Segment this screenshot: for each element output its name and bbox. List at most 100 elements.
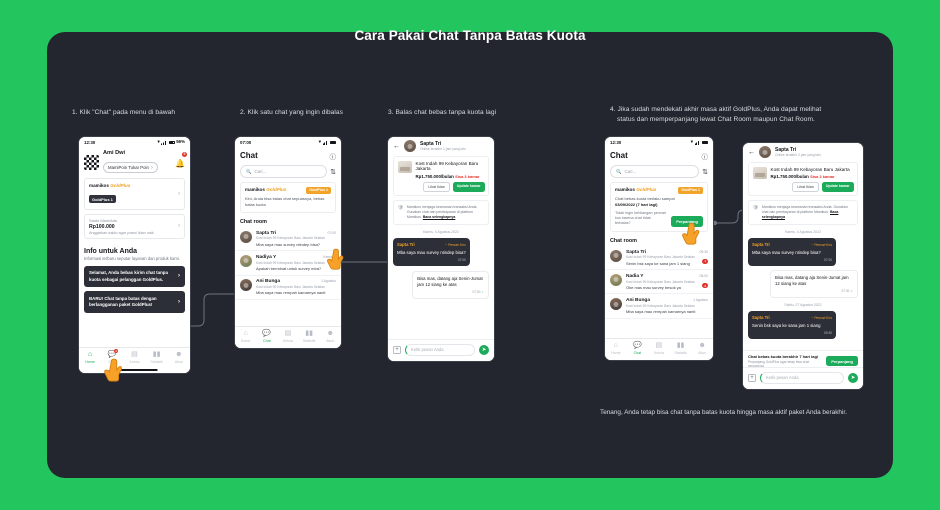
goldplus-chip: GoldPlus 1 — [89, 195, 116, 203]
brand-mamikos: mamikos — [245, 187, 265, 193]
list-item[interactable]: Nadiya Y Kemarin Kost Indah 99 Kebayoran… — [235, 251, 341, 276]
kost-name: Kost Indah 99 Kebayoran Baru Jakarta Sel… — [256, 260, 325, 265]
tab-akun[interactable]: ☻ Akun — [692, 342, 713, 355]
step-label-1: 1. Klik "Chat" pada menu di bawah — [72, 109, 176, 116]
list-item[interactable]: Ani Bunga 1 Agustus Kost Indah 99 Kebayo… — [605, 294, 713, 319]
tab-statistik[interactable]: ▮▮ Statistik — [299, 330, 319, 343]
tab-chat[interactable]: 💬 Chat — [627, 342, 648, 355]
filter-icon[interactable]: ⇅ — [702, 168, 708, 176]
goldplus-row[interactable]: mamikos GoldPlus GoldPlus 1 › — [84, 178, 185, 210]
tab-akun[interactable]: ☻ Akun — [320, 330, 340, 343]
home-icon: ⌂ — [613, 342, 618, 349]
arrow-left-icon[interactable]: ← — [748, 149, 755, 156]
brand-mamikos: mamikos — [615, 187, 635, 193]
mamipoin-label: MamiPoin Tukar Poin — [108, 165, 149, 170]
tab-home[interactable]: ⌂ Home — [606, 342, 627, 355]
promo-card-1[interactable]: Selamat, Anda bebas kirim chat tanpa kuo… — [84, 265, 185, 288]
kost-title: Kost Indah 99 Kebayoran Baru Jakarta — [415, 160, 479, 172]
tab-kelola[interactable]: ▤ Kelola — [124, 351, 145, 364]
update-kamar-button[interactable]: Update kamar — [821, 181, 854, 192]
kost-name: Kost Indah 99 Kebayoran Baru Jakarta Sel… — [626, 255, 695, 260]
avatar — [240, 254, 252, 267]
info-circle-icon[interactable]: ⓘ — [330, 151, 337, 161]
chat-room-header: ← Sapta Tri Online terakhir 2 jam yang l… — [743, 143, 863, 162]
timestamp: 09:30 — [699, 249, 709, 254]
list-item[interactable]: Nadia Y 08:00 Kost Indah 99 Kebayoran Ba… — [605, 270, 713, 295]
kelola-icon: ▤ — [131, 351, 138, 358]
time-value: 07:30 — [472, 290, 481, 295]
message-input[interactable]: Ketik pesan Anda — [760, 371, 844, 384]
sender-tag: ~ Pencari Kos — [811, 315, 832, 320]
screen-title: Chat — [240, 151, 258, 160]
saldo-row[interactable]: Saldo MamiAds Rp100.000 Anggarkan saldo … — [84, 213, 185, 239]
bell-icon: 🔔 — [175, 159, 185, 168]
step-label-2: 2. Klik satu chat yang ingin dibalas — [240, 109, 343, 116]
bottom-tabbar: ⌂ Home 💬 Chat ▤ Kelola ▮▮ Statistik ☻ Ak… — [235, 326, 341, 348]
mamipoin-button[interactable]: MamiPoin Tukar Poin › — [103, 162, 158, 173]
avatar — [240, 230, 252, 243]
plus-icon[interactable]: + — [748, 373, 756, 382]
lihat-iklan-button[interactable]: Lihat Iklan — [792, 181, 819, 192]
tab-chat[interactable]: 💬 Chat — [257, 330, 277, 343]
kost-price: Rp1.750.000/bulan Sisa 3 kamar — [416, 174, 485, 179]
battery-icon — [168, 140, 175, 145]
list-item[interactable]: Sapta Tri 07:00 Kost Indah 99 Kebayoran … — [235, 227, 341, 252]
banner-expiry-date: 03/09/2022 (7 hari lagi) — [615, 201, 658, 207]
message-time: 07:30 ✓ — [775, 289, 853, 294]
tab-home-label: Home — [610, 350, 621, 355]
message-input[interactable]: Ketik pesan Anda — [405, 343, 475, 356]
arrow-left-icon[interactable]: ← — [393, 143, 400, 150]
info-circle-icon[interactable]: ⓘ — [702, 151, 709, 161]
lihat-iklan-button[interactable]: Lihat Iklan — [423, 181, 450, 192]
send-icon[interactable]: ➤ — [479, 344, 489, 355]
avatar — [610, 249, 622, 262]
signal-bars-icon — [161, 140, 168, 145]
brand-label: mamikos GoldPlus — [615, 187, 656, 192]
search-input[interactable]: 🔍 Cari... — [610, 165, 700, 179]
price-value: Rp1.750.000/bulan — [770, 173, 809, 179]
list-item[interactable]: Sapta Tri 09:30 Kost Indah 99 Kebayoran … — [605, 246, 713, 271]
battery-icon — [702, 140, 708, 145]
perpanjang-button[interactable]: Perpanjang — [671, 216, 703, 227]
phone-1-home: 12:30 ▾ 56% Ami Dwi MamiPoin Tukar Poin … — [78, 136, 191, 374]
tab-kelola[interactable]: ▤ Kelola — [278, 330, 298, 343]
read-tick-icon: ✓ — [850, 289, 853, 294]
notification-bell[interactable]: 🔔 0 — [175, 152, 187, 171]
perpanjang-button[interactable]: Perpanjang — [826, 355, 858, 367]
tab-home[interactable]: ⌂ Home — [236, 330, 256, 343]
statistik-icon: ▮▮ — [305, 330, 314, 337]
sender-name: Sapta Tri — [397, 241, 415, 247]
phone-5-chat-room-expiring: ← Sapta Tri Online terakhir 2 jam yang l… — [742, 142, 864, 390]
chevron-right-icon: › — [178, 191, 180, 197]
banner-question: Tidak ingin kehilangan pencari kos karen… — [615, 210, 667, 226]
kost-card[interactable]: Kost Indah 99 Kebayoran Baru Jakarta Rp1… — [393, 156, 489, 197]
tab-chat-label: Chat — [108, 359, 117, 364]
tab-home[interactable]: ⌂ Home — [80, 351, 101, 364]
tab-statistik[interactable]: ▮▮ Statistik — [146, 351, 167, 364]
goldplus-chip: GoldPlus 1 — [306, 187, 331, 194]
contact-name: Nadia Y — [626, 273, 644, 279]
plus-icon[interactable]: + — [393, 345, 401, 354]
profile-row[interactable]: Ami Dwi MamiPoin Tukar Poin › 🔔 0 — [79, 146, 190, 178]
tab-kelola[interactable]: ▤ Kelola — [649, 342, 670, 355]
tab-statistik[interactable]: ▮▮ Statistik — [670, 342, 691, 355]
message-text: Mba saya mau survey ntindep bisa? — [397, 249, 466, 255]
send-icon[interactable]: ➤ — [848, 372, 858, 383]
search-row: 🔍 Cari... ⇅ — [240, 165, 336, 179]
online-status: Online terakhir 2 jam yang lalu — [775, 153, 821, 158]
update-kamar-button[interactable]: Update kamar — [452, 181, 485, 192]
status-bar: 12:30 ▾ — [605, 137, 713, 146]
promo-card-2[interactable]: BARU! Chat tanpa batas dengan berlanggan… — [84, 291, 185, 314]
tab-chat[interactable]: 💬 Chat 1 — [102, 349, 123, 364]
status-time: 12:30 — [84, 140, 96, 145]
kost-card[interactable]: Kost Indah 99 Kebayoran Baru Jakarta Rp1… — [748, 162, 858, 197]
tab-akun[interactable]: ☻ Akun — [168, 351, 189, 364]
brand-label: mamikos GoldPlus — [89, 183, 130, 188]
notice-link[interactable]: Baca selengkapnya — [423, 215, 456, 219]
message-bubble-them: Sapta Tri ~ Pencari Kos Mba saya mau sur… — [748, 238, 836, 267]
goldplus-banner[interactable]: mamikos GoldPlus GoldPlus 1 Kini, Anda b… — [240, 182, 336, 213]
filter-icon[interactable]: ⇅ — [330, 168, 336, 176]
list-item[interactable]: Ani Bunga 1 Agustus Kost Indah 99 Kebayo… — [235, 276, 341, 300]
search-input[interactable]: 🔍 Cari... — [240, 165, 328, 179]
chat-header: Chat ⓘ — [235, 146, 341, 165]
